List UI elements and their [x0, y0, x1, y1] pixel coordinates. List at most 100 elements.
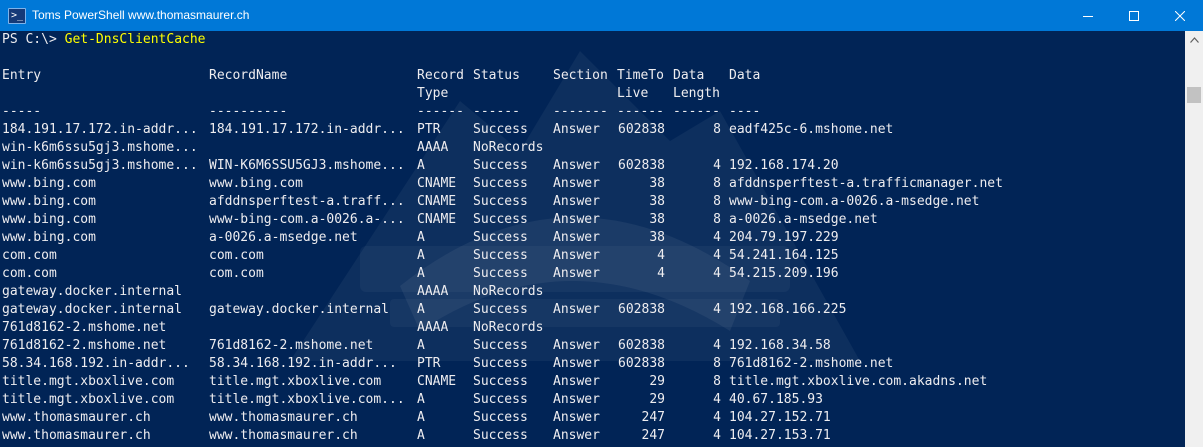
cell-entry: www.bing.com: [2, 230, 96, 245]
cell-record-type: A: [417, 266, 425, 281]
cell-section: Answer: [553, 212, 600, 227]
minimize-button[interactable]: [1065, 0, 1111, 31]
cell-record-name: www.thomasmaurer.ch: [209, 428, 358, 443]
cell-status: Success: [473, 230, 528, 245]
cell-entry: title.mgt.xboxlive.com: [2, 392, 175, 407]
separator-entry: -----: [2, 104, 42, 119]
cell-record-type: AAAA: [417, 140, 449, 155]
cell-data: a-0026.a-msedge.net: [729, 212, 878, 227]
cell-entry: 58.34.168.192.in-addr...: [2, 356, 190, 371]
cell-record-name: com.com: [209, 266, 264, 281]
cell-data: 104.27.153.71: [729, 428, 831, 443]
header-data-top: Data: [673, 68, 705, 83]
cell-record-name: title.mgt.xboxlive.com: [209, 374, 382, 389]
cell-status: NoRecords: [473, 140, 544, 155]
scrollbar-thumb[interactable]: [1187, 87, 1201, 103]
window-title: Toms PowerShell www.thomasmaurer.ch: [32, 8, 250, 22]
cell-entry: com.com: [2, 266, 57, 281]
cell-record-type: AAAA: [417, 320, 449, 335]
cell-data: 40.67.185.93: [729, 392, 823, 407]
cell-entry: win-k6m6ssu5gj3.mshome...: [2, 158, 198, 173]
cell-time-to-live: 602838: [618, 158, 665, 173]
cell-record-type: PTR: [417, 122, 441, 137]
cell-section: Answer: [553, 392, 600, 407]
header-entry: Entry: [2, 68, 42, 83]
console-output[interactable]: PS C:\> Get-DnsClientCache Entry RecordN…: [0, 31, 1185, 447]
cell-record-type: A: [417, 158, 425, 173]
header-record-name: RecordName: [209, 68, 288, 83]
cell-data-length: 4: [713, 410, 721, 425]
cell-data: 204.79.197.229: [729, 230, 839, 245]
cell-record-name: www.thomasmaurer.ch: [209, 410, 358, 425]
cell-record-name: WIN-K6M6SSU5GJ3.mshome...: [209, 158, 405, 173]
cell-section: Answer: [553, 194, 600, 209]
cell-time-to-live: 29: [649, 392, 665, 407]
cell-data-length: 4: [713, 392, 721, 407]
cell-status: Success: [473, 338, 528, 353]
cell-section: Answer: [553, 410, 600, 425]
vertical-scrollbar[interactable]: [1185, 31, 1203, 447]
cell-status: Success: [473, 302, 528, 317]
cell-status: Success: [473, 194, 528, 209]
cell-data-length: 8: [713, 122, 721, 137]
cell-data: 192.168.166.225: [729, 302, 847, 317]
header-type: Type: [417, 86, 449, 101]
cell-entry: www.bing.com: [2, 176, 96, 191]
cell-time-to-live: 4: [657, 248, 665, 263]
header-section: Section: [553, 68, 608, 83]
cell-entry: title.mgt.xboxlive.com: [2, 374, 175, 389]
cell-status: Success: [473, 158, 528, 173]
cell-record-name: 761d8162-2.mshome.net: [209, 338, 374, 353]
maximize-button[interactable]: [1111, 0, 1157, 31]
cell-entry: win-k6m6ssu5gj3.mshome...: [2, 140, 198, 155]
prompt-text: PS C:\>: [2, 32, 65, 47]
cell-time-to-live: 29: [649, 374, 665, 389]
cell-status: NoRecords: [473, 320, 544, 335]
cell-entry: 761d8162-2.mshome.net: [2, 320, 167, 335]
title-bar[interactable]: >_ Toms PowerShell www.thomasmaurer.ch: [0, 0, 1203, 31]
maximize-icon: [1129, 10, 1139, 21]
prompt-line: PS C:\> Get-DnsClientCache: [2, 31, 206, 49]
cell-entry: www.thomasmaurer.ch: [2, 428, 151, 443]
powershell-icon[interactable]: >_: [8, 8, 26, 24]
cell-data: title.mgt.xboxlive.com.akadns.net: [729, 374, 988, 389]
cell-data: 192.168.174.20: [729, 158, 839, 173]
cell-data-length: 8: [713, 194, 721, 209]
minimize-icon: [1083, 15, 1093, 17]
cell-record-type: CNAME: [417, 212, 457, 227]
header-live: Live: [617, 86, 649, 101]
cell-section: Answer: [553, 158, 600, 173]
command-text: Get-DnsClientCache: [64, 32, 206, 47]
cell-data: eadf425c-6.mshome.net: [729, 122, 894, 137]
powershell-window: >_ Toms PowerShell www.thomasmaurer.ch P…: [0, 0, 1203, 447]
scroll-up-button[interactable]: [1185, 31, 1203, 48]
chevron-up-icon: [1189, 36, 1199, 43]
cell-record-type: AAAA: [417, 284, 449, 299]
cell-record-type: A: [417, 302, 425, 317]
close-icon: [1175, 10, 1185, 21]
separator-data-length: ------: [673, 104, 720, 119]
cell-record-name: gateway.docker.internal: [209, 302, 390, 317]
cell-entry: 761d8162-2.mshome.net: [2, 338, 167, 353]
cell-entry: 184.191.17.172.in-addr...: [2, 122, 198, 137]
cell-time-to-live: 38: [649, 176, 665, 191]
cell-time-to-live: 602838: [618, 122, 665, 137]
cell-data-length: 4: [713, 248, 721, 263]
cell-data: afddnsperftest-a.trafficmanager.net: [729, 176, 1003, 191]
cell-section: Answer: [553, 230, 600, 245]
cell-data-length: 4: [713, 338, 721, 353]
cell-data-length: 8: [713, 176, 721, 191]
cell-record-name: www-bing-com.a-0026.a-...: [209, 212, 405, 227]
cell-data: 54.215.209.196: [729, 266, 839, 281]
header-data: Data: [729, 68, 761, 83]
cell-entry: www.bing.com: [2, 194, 96, 209]
cell-record-type: CNAME: [417, 374, 457, 389]
cell-entry: www.thomasmaurer.ch: [2, 410, 151, 425]
header-length: Length: [673, 86, 720, 101]
cell-section: Answer: [553, 248, 600, 263]
cell-section: Answer: [553, 176, 600, 191]
cell-entry: www.bing.com: [2, 212, 96, 227]
close-button[interactable]: [1157, 0, 1203, 31]
cell-entry: gateway.docker.internal: [2, 302, 183, 317]
cell-data-length: 4: [713, 428, 721, 443]
